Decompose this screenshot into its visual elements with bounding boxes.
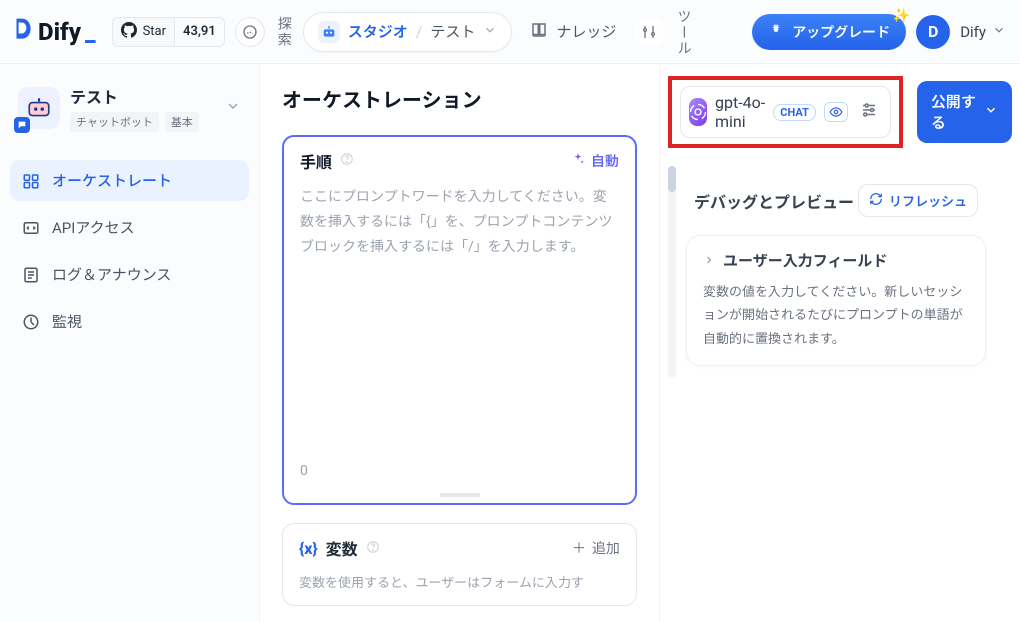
robot-icon bbox=[318, 21, 340, 43]
sidebar-item-label: 監視 bbox=[52, 311, 82, 332]
add-variable-button[interactable]: ＋ 追加 bbox=[572, 538, 620, 558]
app-title: テスト bbox=[70, 84, 199, 108]
user-menu[interactable]: Dify bbox=[960, 23, 1006, 41]
variables-title: 変数 bbox=[326, 536, 358, 560]
tag-mode: 基本 bbox=[165, 112, 199, 132]
chat-corner-icon bbox=[14, 117, 30, 133]
sidebar-item-label: APIアクセス bbox=[52, 217, 135, 238]
github-star-widget[interactable]: Star 43,91 bbox=[112, 17, 225, 47]
sidebar-item-orchestrate[interactable]: オーケストレート bbox=[10, 160, 249, 201]
user-name: Dify bbox=[960, 23, 986, 41]
sliders-icon[interactable] bbox=[856, 101, 882, 123]
chevron-down-icon[interactable] bbox=[225, 98, 241, 118]
prompt-card-title: 手順 bbox=[300, 149, 332, 173]
github-icon bbox=[121, 22, 137, 42]
sidebar: テスト チャットボット 基本 オーケストレート APIアクセス ログ＆ bbox=[0, 64, 260, 622]
chevron-down-icon bbox=[984, 103, 998, 121]
plus-icon: ＋ bbox=[572, 538, 586, 558]
chevron-down-icon bbox=[992, 23, 1006, 41]
annotation-highlight: gpt-4o-mini CHAT bbox=[668, 76, 903, 148]
brand-name: Dify bbox=[38, 18, 81, 46]
current-app-label: テスト bbox=[430, 21, 475, 42]
model-panel: gpt-4o-mini CHAT 公開する bbox=[660, 64, 1020, 160]
sparkle-icon bbox=[571, 152, 585, 170]
debug-title: デバッグとプレビュー bbox=[694, 189, 854, 213]
sidebar-item-monitor[interactable]: 監視 bbox=[10, 301, 249, 342]
sidebar-item-label: オーケストレート bbox=[52, 170, 172, 191]
char-count: 0 bbox=[300, 463, 308, 479]
nav-tools[interactable]: ツール bbox=[674, 8, 692, 56]
publish-button[interactable]: 公開する bbox=[917, 81, 1012, 143]
sparkle-gear-icon bbox=[768, 22, 784, 42]
variable-icon: {x} bbox=[299, 539, 318, 558]
chat-badge: CHAT bbox=[773, 104, 816, 121]
prompt-card: 手順 自動 ここにプロンプトワードを入力してください。変数を挿入するには「{」を… bbox=[282, 135, 637, 505]
sparkle-icon: ✨ bbox=[893, 8, 910, 24]
user-input-card[interactable]: ユーザー入力フィールド 変数の値を入力してください。新しいセッションが開始される… bbox=[686, 235, 986, 366]
studio-breadcrumb[interactable]: スタジオ / テスト bbox=[303, 12, 513, 52]
tools-icon-button[interactable] bbox=[634, 17, 664, 47]
page-title: オーケストレーション bbox=[282, 84, 637, 113]
model-selector[interactable]: gpt-4o-mini CHAT bbox=[680, 86, 891, 138]
refresh-icon bbox=[869, 192, 883, 210]
sidebar-item-label: ログ＆アナウンス bbox=[52, 264, 171, 285]
app-tags: チャットボット 基本 bbox=[70, 112, 199, 132]
auto-generate-button[interactable]: 自動 bbox=[571, 151, 619, 171]
user-input-title: ユーザー入力フィールド bbox=[723, 250, 887, 271]
github-star-label: Star bbox=[143, 24, 166, 39]
refresh-label: リフレッシュ bbox=[889, 191, 967, 210]
sidebar-item-logs[interactable]: ログ＆アナウンス bbox=[10, 254, 249, 295]
upgrade-button[interactable]: アップグレード ✨ bbox=[752, 14, 906, 50]
user-input-body: 変数の値を入力してください。新しいセッションが開始されるたびにプロンプトの単語が… bbox=[703, 281, 969, 351]
recent-icon-button[interactable] bbox=[235, 17, 265, 47]
resize-handle[interactable] bbox=[284, 493, 635, 503]
chevron-down-icon bbox=[483, 22, 497, 41]
auto-label: 自動 bbox=[591, 151, 619, 171]
orchestration-panel: オーケストレーション 手順 自動 bbox=[260, 64, 660, 622]
nav-explore[interactable]: 探索 bbox=[275, 16, 293, 48]
nav-knowledge-label: ナレッジ bbox=[556, 21, 616, 42]
variables-card: {x} 変数 ＋ 追加 変数を使用すると、ユーザーはフォームに入力す bbox=[282, 523, 637, 606]
brand-cursor: _ bbox=[85, 18, 96, 46]
help-icon[interactable] bbox=[366, 539, 380, 558]
scrollbar[interactable] bbox=[664, 164, 680, 376]
help-icon[interactable] bbox=[340, 152, 354, 170]
debug-panel: デバッグとプレビュー リフレッシュ bbox=[660, 160, 1000, 380]
model-name: gpt-4o-mini bbox=[715, 93, 765, 131]
app-icon bbox=[18, 87, 60, 129]
studio-label: スタジオ bbox=[348, 21, 408, 42]
nav-knowledge[interactable]: ナレッジ bbox=[522, 21, 624, 43]
topbar: Dify_ Star 43,91 探索 スタジオ / テスト ナレッジ ツ bbox=[0, 0, 1020, 64]
refresh-button[interactable]: リフレッシュ bbox=[858, 184, 978, 217]
vision-icon bbox=[824, 102, 848, 122]
publish-label: 公開する bbox=[931, 91, 978, 133]
brand-mark-icon bbox=[14, 17, 34, 43]
prompt-input[interactable]: ここにプロンプトワードを入力してください。変数を挿入するには「{」を、プロンプト… bbox=[300, 185, 619, 445]
github-star-count: 43,91 bbox=[175, 24, 224, 39]
openai-icon bbox=[689, 98, 707, 126]
add-label: 追加 bbox=[592, 538, 620, 558]
tag-type: チャットボット bbox=[70, 112, 159, 132]
book-icon bbox=[530, 21, 548, 43]
app-header[interactable]: テスト チャットボット 基本 bbox=[10, 78, 249, 142]
avatar[interactable]: D bbox=[916, 15, 950, 49]
avatar-letter: D bbox=[928, 22, 938, 41]
breadcrumb-slash: / bbox=[416, 22, 423, 41]
variables-description: 変数を使用すると、ユーザーはフォームに入力す bbox=[283, 572, 636, 605]
upgrade-label: アップグレード bbox=[792, 22, 890, 42]
sidebar-item-api-access[interactable]: APIアクセス bbox=[10, 207, 249, 248]
brand-logo[interactable]: Dify_ bbox=[14, 17, 96, 46]
sidebar-nav: オーケストレート APIアクセス ログ＆アナウンス 監視 bbox=[10, 160, 249, 342]
chevron-right-icon bbox=[703, 252, 715, 270]
